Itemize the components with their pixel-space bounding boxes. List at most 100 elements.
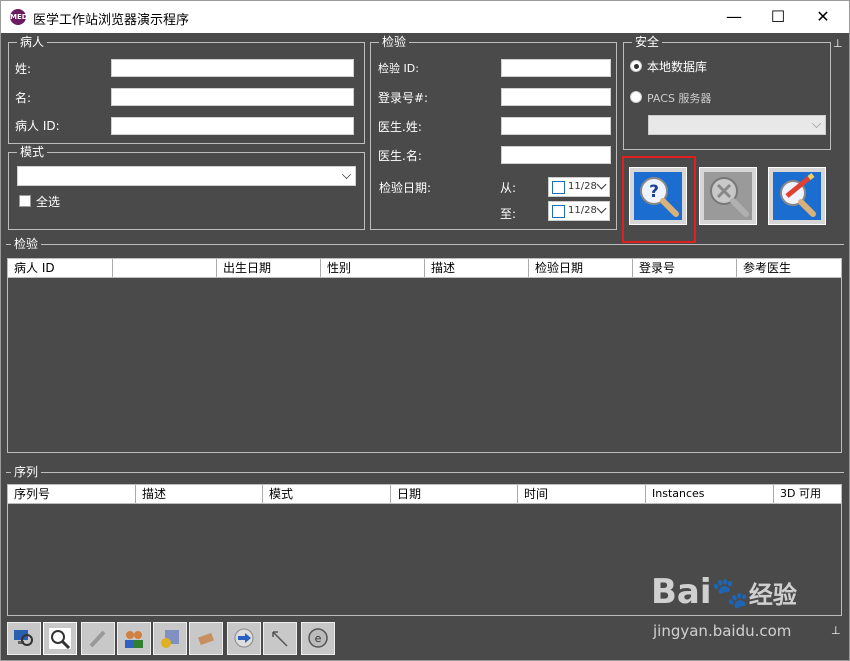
security-group: 安全 本地数据库 PACS 服务器 xyxy=(623,35,831,150)
col-birth-date[interactable]: 出生日期 xyxy=(217,259,321,277)
col-accession[interactable]: 登录号 xyxy=(633,259,737,277)
tool-computer-search[interactable] xyxy=(7,622,41,655)
tool-eraser[interactable] xyxy=(189,622,223,655)
from-date-checkbox[interactable] xyxy=(552,181,565,194)
chevron-down-icon xyxy=(596,203,607,214)
col-sex[interactable]: 性别 xyxy=(321,259,425,277)
chevron-down-icon xyxy=(812,119,821,128)
modality-select[interactable] xyxy=(17,166,356,186)
first-name-input[interactable] xyxy=(111,88,354,106)
eraser-icon xyxy=(198,632,214,646)
doctor-last-input[interactable] xyxy=(501,117,611,135)
tool-settings-box[interactable] xyxy=(153,622,187,655)
gear-box-icon xyxy=(161,630,179,648)
network-globe-icon: e xyxy=(308,628,328,648)
doctor-first-label: 医生.名: xyxy=(378,149,422,163)
chevron-down-icon xyxy=(342,170,351,179)
col-series-description[interactable]: 描述 xyxy=(136,485,263,503)
computer-search-icon xyxy=(14,630,33,646)
watermark-brand: Bai xyxy=(651,572,712,612)
patient-id-label: 病人 ID: xyxy=(15,119,60,133)
col-description[interactable]: 描述 xyxy=(425,259,529,277)
studies-table-header: 病人 ID 出生日期 性别 描述 检验日期 登录号 参考医生 xyxy=(7,258,842,278)
doctor-first-input[interactable] xyxy=(501,146,611,164)
series-group: 序列 xyxy=(6,465,844,482)
tool-line[interactable] xyxy=(263,622,297,655)
watermark-brand2: 经验 xyxy=(748,581,797,609)
toolbar-pin-icon[interactable]: ⊥ xyxy=(831,624,841,637)
col-ref-physician[interactable]: 参考医生 xyxy=(737,259,841,277)
pin-icon[interactable]: ⊥ xyxy=(833,37,843,50)
patient-id-input[interactable] xyxy=(111,117,354,135)
wrench-icon xyxy=(89,630,106,648)
highlight-box xyxy=(622,156,696,243)
paw-icon: 🐾 xyxy=(711,576,749,611)
accession-input[interactable] xyxy=(501,88,611,106)
maximize-button[interactable]: ☐ xyxy=(755,1,801,33)
local-db-label: 本地数据库 xyxy=(647,60,708,74)
window-title: 医学工作站浏览器演示程序 xyxy=(33,13,190,28)
study-id-input[interactable] xyxy=(501,59,611,77)
col-modality[interactable]: 模式 xyxy=(263,485,391,503)
tool-magnifier[interactable] xyxy=(43,622,77,655)
pacs-label: PACS 服务器 xyxy=(647,92,712,105)
cancel-search-button[interactable] xyxy=(699,167,757,225)
select-all-checkbox[interactable] xyxy=(19,195,31,207)
watermark-url: jingyan.baidu.com xyxy=(653,622,792,640)
from-date-picker[interactable]: 11/28 xyxy=(548,177,610,197)
magnifier-icon xyxy=(49,628,71,649)
series-table-header: 序列号 描述 模式 日期 时间 Instances 3D 可用 xyxy=(7,484,842,504)
col-instances[interactable]: Instances xyxy=(646,485,774,503)
from-label: 从: xyxy=(500,181,517,195)
study-search-group: 检验 检验 ID: 登录号#: 医生.姓: 医生.名: 检验日期: 从: 11/… xyxy=(370,35,617,230)
tool-export-disc[interactable] xyxy=(227,622,261,655)
title-bar: MED 医学工作站浏览器演示程序 — ☐ ✕ xyxy=(1,1,849,33)
users-icon xyxy=(125,631,143,648)
tool-users[interactable] xyxy=(117,622,151,655)
svg-text:e: e xyxy=(315,632,322,645)
app-window: MED 医学工作站浏览器演示程序 — ☐ ✕ 病人 姓: 名: 病人 ID: 模… xyxy=(0,0,850,661)
accession-label: 登录号#: xyxy=(378,91,429,105)
to-date-picker[interactable]: 11/28 xyxy=(548,201,610,221)
patient-legend: 病人 xyxy=(17,35,48,49)
pacs-server-select[interactable] xyxy=(648,115,826,135)
disc-arrow-icon xyxy=(234,628,254,648)
to-date-value: 11/28 xyxy=(568,205,597,216)
studies-group: 检验 xyxy=(6,237,844,254)
line-tool-icon xyxy=(272,631,288,647)
col-blank[interactable] xyxy=(113,259,217,277)
doctor-last-label: 医生.姓: xyxy=(378,120,422,134)
watermark-logo: Bai🐾经验 xyxy=(651,572,797,612)
security-legend: 安全 xyxy=(632,35,663,49)
minimize-button[interactable]: — xyxy=(711,1,757,33)
studies-legend: 检验 xyxy=(11,237,42,251)
tool-wrench[interactable] xyxy=(81,622,115,655)
edit-search-button[interactable] xyxy=(768,167,826,225)
close-button[interactable]: ✕ xyxy=(800,1,846,33)
app-icon: MED xyxy=(10,9,28,25)
col-time[interactable]: 时间 xyxy=(518,485,646,503)
from-date-value: 11/28 xyxy=(568,181,597,192)
to-date-checkbox[interactable] xyxy=(552,205,565,218)
local-db-radio[interactable] xyxy=(630,60,642,72)
patient-group: 病人 姓: 名: 病人 ID: xyxy=(8,35,365,144)
series-legend: 序列 xyxy=(11,465,42,479)
col-patient-id[interactable]: 病人 ID xyxy=(8,259,113,277)
col-series-number[interactable]: 序列号 xyxy=(8,485,136,503)
last-name-input[interactable] xyxy=(111,59,354,77)
modality-legend: 模式 xyxy=(17,145,48,159)
pacs-radio[interactable] xyxy=(630,91,642,103)
col-3d-available[interactable]: 3D 可用 xyxy=(774,485,841,503)
main-content: 病人 姓: 名: 病人 ID: 模式 全选 检验 检验 ID: 登录号#: 医生 xyxy=(1,34,849,660)
magnifier-x-icon xyxy=(704,172,752,220)
studies-table-body[interactable] xyxy=(7,278,842,453)
magnifier-pencil-icon xyxy=(773,172,821,220)
col-study-date[interactable]: 检验日期 xyxy=(529,259,633,277)
chevron-down-icon xyxy=(596,179,607,190)
first-name-label: 名: xyxy=(15,91,32,105)
col-date[interactable]: 日期 xyxy=(391,485,518,503)
study-legend: 检验 xyxy=(379,35,410,49)
select-all-label: 全选 xyxy=(36,195,61,209)
tool-network[interactable]: e xyxy=(301,622,335,655)
last-name-label: 姓: xyxy=(15,62,32,76)
